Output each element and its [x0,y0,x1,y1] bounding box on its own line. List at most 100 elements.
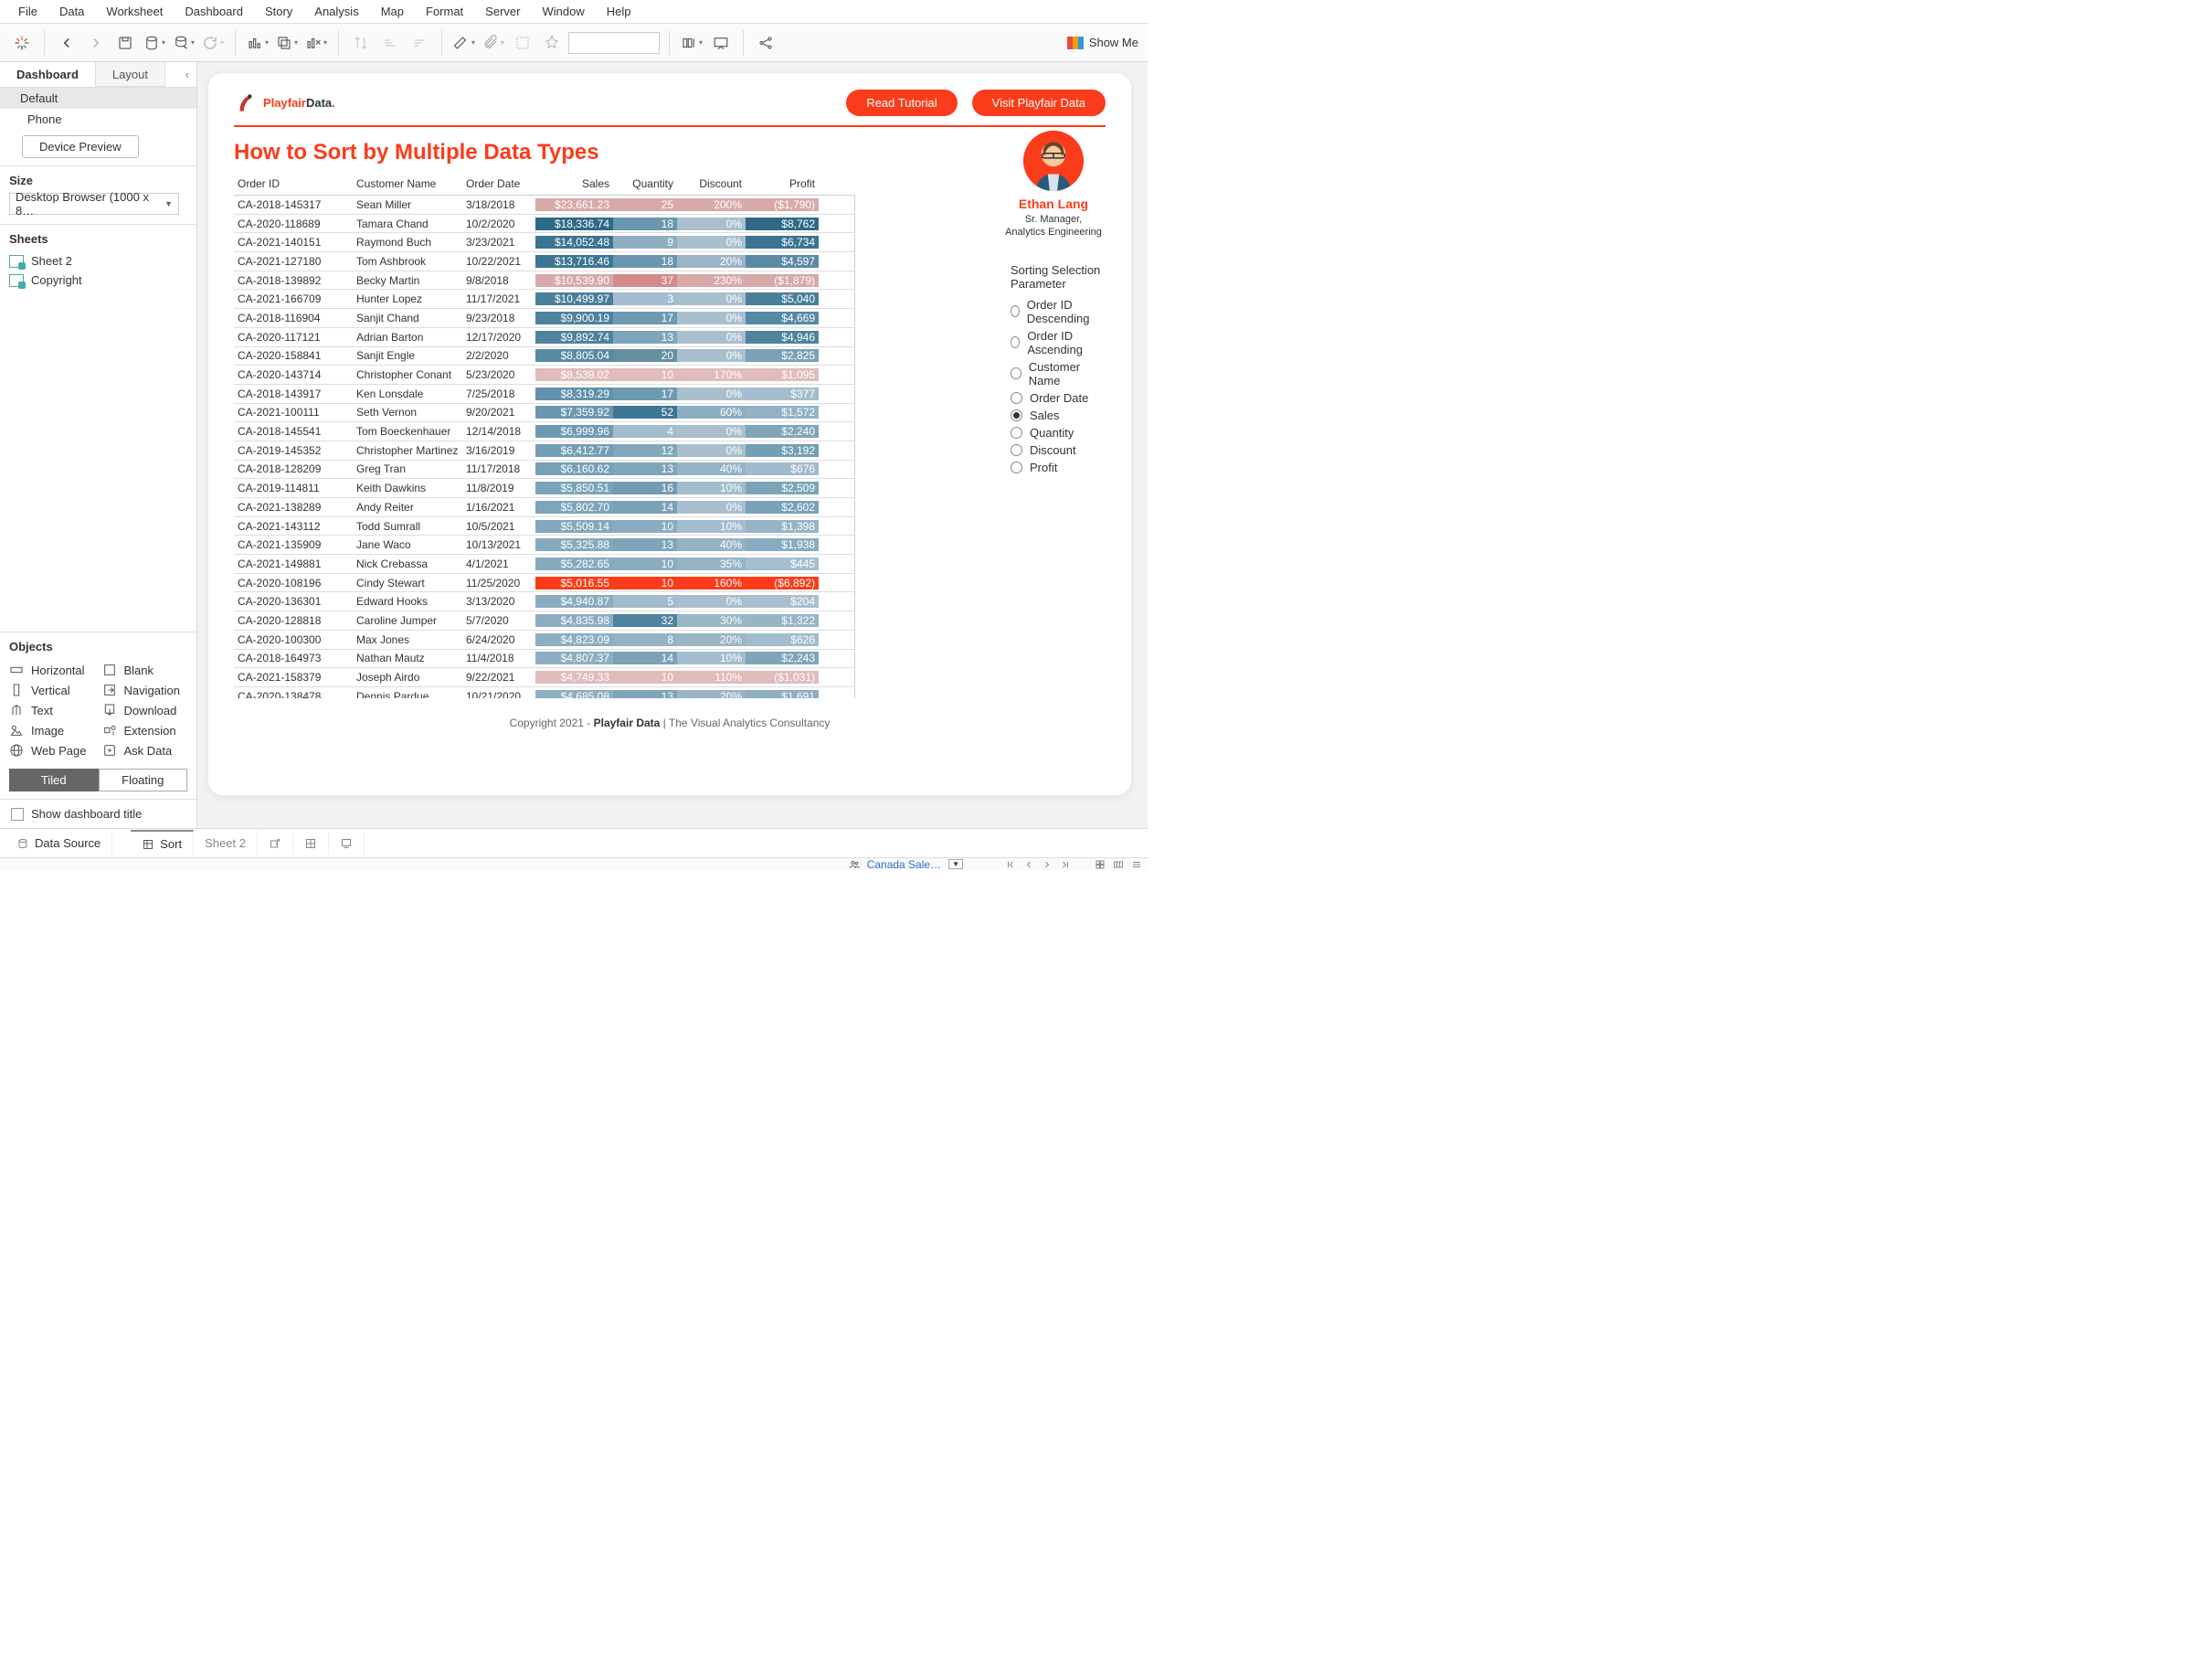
new-worksheet-icon[interactable] [245,30,270,56]
menu-analysis[interactable]: Analysis [303,1,369,22]
sheet2-tab[interactable]: Sheet 2 [194,831,258,855]
menu-file[interactable]: File [7,1,48,22]
param-option[interactable]: Profit [1011,459,1106,476]
table-row[interactable]: CA-2020-158841Sanjit Engle2/2/2020$8,805… [234,347,854,366]
table-row[interactable]: CA-2020-117121Adrian Barton12/17/2020$9,… [234,328,854,347]
table-row[interactable]: CA-2019-114811Keith Dawkins11/8/2019$5,8… [234,479,854,498]
view-film-icon[interactable] [1113,859,1124,870]
param-option[interactable]: Customer Name [1011,358,1106,389]
refresh-icon[interactable] [200,30,226,56]
param-option[interactable]: Discount [1011,441,1106,459]
object-web-page[interactable]: Web Page [9,743,95,758]
menu-data[interactable]: Data [48,1,95,22]
table-row[interactable]: CA-2018-139892Becky Martin9/8/2018$10,53… [234,271,854,291]
sort-asc-icon[interactable] [377,30,403,56]
floating-button[interactable]: Floating [99,769,188,791]
menu-story[interactable]: Story [254,1,303,22]
pause-updates-icon[interactable] [171,30,196,56]
object-text[interactable]: Text [9,703,95,717]
column-header[interactable]: Customer Name [353,175,462,192]
tiled-button[interactable]: Tiled [9,769,99,791]
table-row[interactable]: CA-2021-135909Jane Waco10/13/2021$5,325.… [234,536,854,555]
param-option[interactable]: Sales [1011,407,1106,424]
table-row[interactable]: CA-2020-118689Tamara Chand10/2/2020$18,3… [234,215,854,234]
pin-icon[interactable] [539,30,565,56]
nav-first-icon[interactable] [1005,859,1016,870]
visit-playfair-button[interactable]: Visit Playfair Data [972,90,1106,116]
layout-tab[interactable]: Layout [96,62,165,87]
highlight-icon[interactable] [451,30,477,56]
device-preview-button[interactable]: Device Preview [22,135,139,158]
presentation-icon[interactable] [708,30,734,56]
scroll-up-icon[interactable]: ▲ [854,196,855,208]
fit-icon[interactable] [679,30,704,56]
table-row[interactable]: CA-2020-136301Edward Hooks3/13/2020$4,94… [234,592,854,611]
object-horizontal[interactable]: Horizontal [9,663,95,677]
table-row[interactable]: CA-2020-108196Cindy Stewart11/25/2020$5,… [234,574,854,593]
dashboard-tab[interactable]: Dashboard [0,62,96,87]
table-row[interactable]: CA-2021-158379Joseph Airdo9/22/2021$4,74… [234,668,854,687]
table-row[interactable]: CA-2020-128818Caroline Jumper5/7/2020$4,… [234,611,854,631]
table-row[interactable]: CA-2021-100111Seth Vernon9/20/2021$7,359… [234,404,854,423]
redo-icon[interactable] [83,30,109,56]
column-header[interactable]: Discount [677,175,746,192]
menu-help[interactable]: Help [596,1,642,22]
view-grid-icon[interactable] [1095,859,1106,870]
nav-next-icon[interactable] [1042,859,1053,870]
table-row[interactable]: CA-2021-138289Andy Reiter1/16/2021$5,802… [234,498,854,517]
object-ask-data[interactable]: Ask Data [102,743,188,758]
param-option[interactable]: Quantity [1011,424,1106,441]
save-icon[interactable] [112,30,138,56]
sheet-item-copyright[interactable]: Copyright [9,271,187,290]
new-worksheet-tab[interactable] [258,833,293,855]
new-dashboard-tab[interactable] [293,833,329,855]
group-icon[interactable] [510,30,535,56]
show-me-button[interactable]: Show Me [1067,36,1138,49]
clear-icon[interactable] [303,30,329,56]
table-row[interactable]: CA-2020-100300Max Jones6/24/2020$4,823.0… [234,631,854,650]
object-navigation[interactable]: Navigation [102,683,188,697]
menu-worksheet[interactable]: Worksheet [95,1,174,22]
status-dropdown[interactable]: ▼ [948,859,963,869]
attach-icon[interactable] [481,30,506,56]
menu-dashboard[interactable]: Dashboard [174,1,254,22]
device-phone[interactable]: Phone [0,109,196,130]
table-row[interactable]: CA-2021-166709Hunter Lopez11/17/2021$10,… [234,290,854,309]
table-row[interactable]: CA-2018-164973Nathan Mautz11/4/2018$4,80… [234,650,854,669]
duplicate-icon[interactable] [274,30,300,56]
table-row[interactable]: CA-2020-138478Dennis Pardue10/21/2020$4,… [234,687,854,698]
table-row[interactable]: CA-2021-127180Tom Ashbrook10/22/2021$13,… [234,252,854,271]
new-story-tab[interactable] [329,833,365,855]
collapse-pane-icon[interactable]: ‹ [178,62,196,87]
column-header[interactable]: Quantity [613,175,677,192]
share-icon[interactable] [753,30,778,56]
undo-icon[interactable] [54,30,79,56]
search-input[interactable] [568,32,660,54]
menu-format[interactable]: Format [415,1,474,22]
tableau-logo-icon[interactable] [9,30,35,56]
column-header[interactable]: Profit [746,175,819,192]
table-row[interactable]: CA-2018-145541Tom Boeckenhauer12/14/2018… [234,422,854,441]
scroll-down-icon[interactable]: ▼ [854,685,855,698]
view-list-icon[interactable] [1131,859,1142,870]
object-extension[interactable]: Extension [102,723,188,738]
object-blank[interactable]: Blank [102,663,188,677]
object-vertical[interactable]: Vertical [9,683,95,697]
sheet-item-sheet2[interactable]: Sheet 2 [9,251,187,271]
device-default[interactable]: Default [0,88,196,109]
swap-icon[interactable] [348,30,374,56]
vertical-scrollbar[interactable]: ▲ ▼ [854,196,855,698]
show-title-checkbox[interactable]: Show dashboard title [0,800,196,828]
new-data-source-icon[interactable] [142,30,167,56]
table-row[interactable]: CA-2018-145317Sean Miller3/18/2018$23,66… [234,196,854,215]
table-row[interactable]: CA-2021-149881Nick Crebassa4/1/2021$5,28… [234,555,854,574]
sort-tab[interactable]: Sort [131,830,194,856]
nav-last-icon[interactable] [1060,859,1071,870]
table-row[interactable]: CA-2020-143714Christopher Conant5/23/202… [234,366,854,385]
param-option[interactable]: Order ID Descending [1011,296,1106,327]
menu-map[interactable]: Map [370,1,415,22]
column-header[interactable]: Order Date [462,175,535,192]
param-option[interactable]: Order Date [1011,389,1106,407]
read-tutorial-button[interactable]: Read Tutorial [846,90,957,116]
table-row[interactable]: CA-2021-143112Todd Sumrall10/5/2021$5,50… [234,517,854,536]
